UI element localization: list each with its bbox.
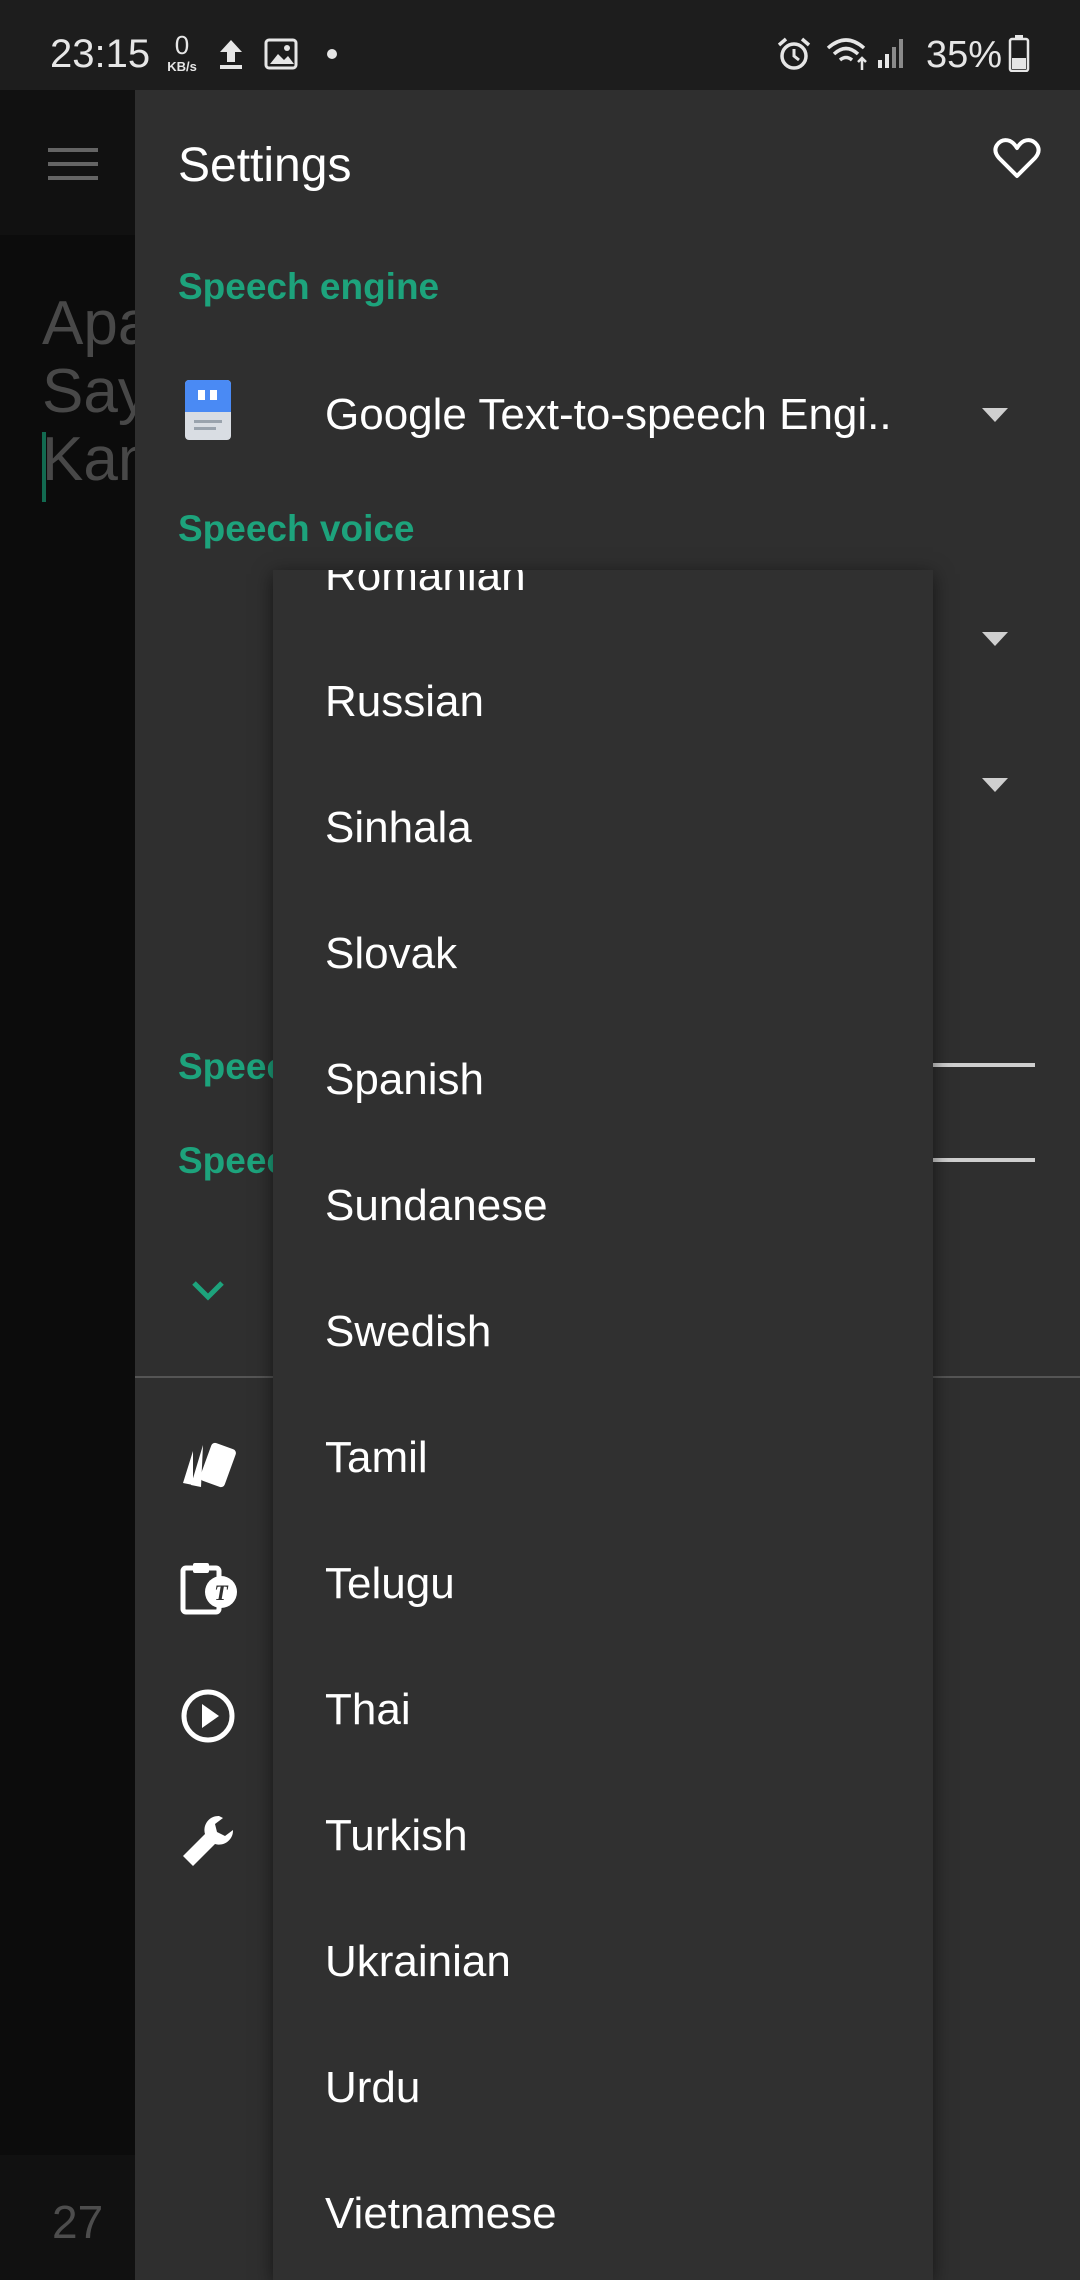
speech-rate-label: Speec bbox=[178, 1046, 288, 1087]
list-item-urdu[interactable]: Urdu bbox=[273, 2026, 933, 2152]
speech-pitch-label: Speec bbox=[178, 1140, 288, 1181]
list-item-label: Thai bbox=[325, 1685, 411, 1734]
list-item-romanian[interactable]: Romanian bbox=[273, 570, 933, 640]
list-item-label: Sinhala bbox=[325, 803, 472, 852]
wifi-icon bbox=[826, 38, 867, 70]
list-item-telugu[interactable]: Telugu bbox=[273, 1522, 933, 1648]
country-dropdown-arrow-icon[interactable] bbox=[982, 778, 1008, 792]
list-item-sinhala[interactable]: Sinhala bbox=[273, 766, 933, 892]
list-item-sundanese[interactable]: Sundanese bbox=[273, 1144, 933, 1270]
list-item-label: Urdu bbox=[325, 2063, 421, 2112]
speech-rate-slider[interactable] bbox=[930, 1063, 1035, 1067]
list-item-label: Tamil bbox=[325, 1433, 428, 1482]
list-item-spanish[interactable]: Spanish bbox=[273, 1018, 933, 1144]
chevron-down-icon bbox=[982, 408, 1008, 422]
speech-engine-spinner[interactable]: Google Text-to-speech Engi.. bbox=[135, 350, 1080, 490]
list-item-label: Vietnamese bbox=[325, 2189, 557, 2238]
wrench-icon[interactable] bbox=[179, 1812, 239, 1872]
heart-icon[interactable] bbox=[993, 136, 1041, 180]
google-tts-icon bbox=[185, 380, 231, 440]
list-item-label: Ukrainian bbox=[325, 1937, 511, 1986]
list-item-thai[interactable]: Thai bbox=[273, 1648, 933, 1774]
svg-text:T: T bbox=[214, 1580, 229, 1605]
net-speed: 0 KB/s bbox=[162, 32, 202, 73]
voice-language-popup[interactable]: Romanian Russian Sinhala Slovak Spanish … bbox=[273, 570, 933, 2280]
list-item-russian[interactable]: Russian bbox=[273, 640, 933, 766]
expand-more-icon[interactable] bbox=[191, 1280, 225, 1302]
speech-engine-label: Speech engine bbox=[178, 266, 440, 307]
upload-icon bbox=[220, 40, 242, 69]
list-item-label: Russian bbox=[325, 677, 484, 726]
list-item-ukrainian[interactable]: Ukrainian bbox=[273, 1900, 933, 2026]
list-item-turkish[interactable]: Turkish bbox=[273, 1774, 933, 1900]
cards-icon[interactable] bbox=[179, 1437, 239, 1493]
status-bar: 23:15 0 KB/s 35% bbox=[0, 0, 1080, 90]
clipboard-text-icon[interactable]: T bbox=[179, 1560, 241, 1616]
speech-engine-value: Google Text-to-speech Engi.. bbox=[325, 390, 892, 439]
alarm-icon bbox=[777, 37, 811, 70]
voice-dropdown-arrow-icon[interactable] bbox=[982, 632, 1008, 646]
battery-percent: 35% bbox=[926, 34, 1003, 76]
list-item-label: Swedish bbox=[325, 1307, 492, 1356]
list-item-vietnamese[interactable]: Vietnamese bbox=[273, 2152, 933, 2278]
list-item-tamil[interactable]: Tamil bbox=[273, 1396, 933, 1522]
play-circle-icon[interactable] bbox=[179, 1687, 237, 1745]
speech-voice-label: Speech voice bbox=[178, 508, 415, 549]
list-item-label: Spanish bbox=[325, 1055, 485, 1104]
list-item-swedish[interactable]: Swedish bbox=[273, 1270, 933, 1396]
list-item-label: Telugu bbox=[325, 1559, 455, 1608]
drawer-title: Settings bbox=[178, 139, 352, 192]
dot-icon bbox=[327, 49, 337, 59]
battery-icon bbox=[1008, 35, 1030, 72]
net-speed-unit: KB/s bbox=[167, 59, 197, 74]
image-icon bbox=[264, 38, 298, 70]
list-item-slovak[interactable]: Slovak bbox=[273, 892, 933, 1018]
list-item-label: Turkish bbox=[325, 1811, 468, 1860]
net-speed-value: 0 bbox=[174, 30, 190, 60]
list-item-label: Sundanese bbox=[325, 1181, 548, 1230]
status-time: 23:15 bbox=[50, 32, 151, 76]
signal-icon bbox=[878, 39, 903, 68]
list-item-label: Romanian bbox=[325, 570, 526, 600]
list-item-label: Slovak bbox=[325, 929, 458, 978]
speech-pitch-slider[interactable] bbox=[930, 1158, 1035, 1162]
